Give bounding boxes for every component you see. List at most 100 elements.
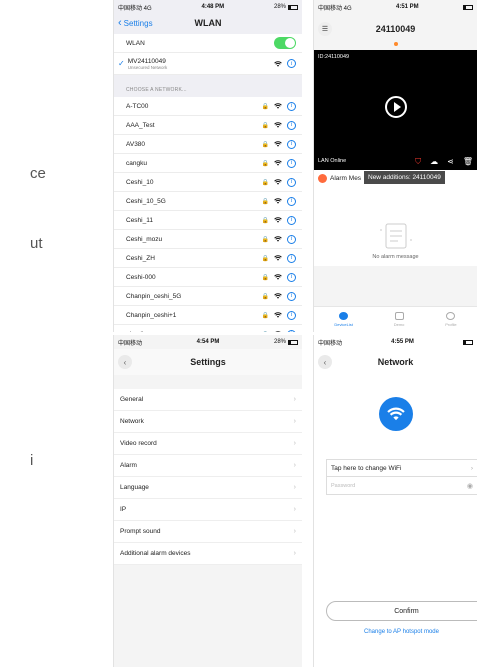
network-row[interactable]: Ceshi_10 🔒 i <box>114 173 302 192</box>
info-icon[interactable]: i <box>287 310 296 320</box>
back-button[interactable]: ‹ Settings <box>118 17 153 29</box>
settings-list: General › Network › Video record › Alarm › Langu… <box>114 389 302 565</box>
menu-icon[interactable]: ☰ <box>318 22 332 36</box>
page-title: 24110049 <box>375 24 416 34</box>
tab-devicelist[interactable]: DeviceList <box>334 312 353 327</box>
ap-hotspot-link[interactable]: Change to AP hotspot mode <box>326 629 477 635</box>
side-fragment: ce <box>30 165 46 182</box>
wlan-toggle[interactable] <box>274 37 296 49</box>
chevron-right-icon: › <box>293 550 296 557</box>
back-button[interactable]: ‹ <box>118 355 132 369</box>
settings-item-label: Language <box>120 484 149 491</box>
settings-item[interactable]: Video record › <box>114 433 302 455</box>
settings-item[interactable]: IP › <box>114 499 302 521</box>
info-icon[interactable]: i <box>287 291 296 301</box>
lock-icon: 🔒 <box>261 236 269 243</box>
alarm-label: Alarm Mes <box>330 174 362 182</box>
info-icon[interactable]: i <box>287 196 296 206</box>
settings-item-label: Additional alarm devices <box>120 550 191 557</box>
network-row[interactable]: AAA_Test 🔒 i <box>114 116 302 135</box>
info-icon[interactable]: i <box>287 234 296 244</box>
network-row[interactable]: Ceshi_mozu 🔒 i <box>114 230 302 249</box>
network-ssid: MV24110049 <box>127 57 166 65</box>
info-icon[interactable]: i <box>287 177 296 187</box>
network-row[interactable]: Ceshi_10_5G 🔒 i <box>114 192 302 211</box>
info-icon[interactable]: i <box>287 329 296 332</box>
lock-icon: 🔒 <box>261 198 269 205</box>
connected-network[interactable]: ✓ MV24110049 Unsecured Network i <box>114 53 302 75</box>
info-icon[interactable]: i <box>287 139 296 149</box>
network-row[interactable]: Chanpin_ceshi_5G 🔒 i <box>114 287 302 306</box>
chevron-left-icon: ‹ <box>118 17 122 29</box>
password-field[interactable]: Password ◉ <box>326 477 477 495</box>
play-icon[interactable] <box>384 96 407 118</box>
network-row[interactable]: ebeeli 🔒 i <box>114 325 302 332</box>
status-bar: 中国移动 4G 4:48 PM 28% <box>114 0 302 14</box>
info-icon[interactable]: i <box>287 120 296 130</box>
confirm-button[interactable]: Confirm <box>326 601 477 621</box>
back-button[interactable]: ‹ <box>318 355 332 369</box>
clock: 4:54 PM <box>196 339 220 345</box>
carrier: 中国移动 4G <box>318 5 352 12</box>
empty-state: No alarm message <box>314 186 477 266</box>
network-row[interactable]: cangku 🔒 i <box>114 154 302 173</box>
clock: 4:51 PM <box>395 4 419 10</box>
wifi-select-field[interactable]: Tap here to change WiFi › <box>326 459 477 477</box>
network-list: A-TC00 🔒 i AAA_Test 🔒 i AV380 🔒 i cangku 🔒 i Ceshi_1… <box>114 97 302 332</box>
empty-text: No alarm message <box>372 254 419 260</box>
settings-item[interactable]: Additional alarm devices › <box>114 543 302 565</box>
info-icon[interactable]: i <box>287 101 296 111</box>
tab-bar: DeviceList Demo Profile <box>314 306 477 332</box>
network-row[interactable]: Ceshi-000 🔒 i <box>114 268 302 287</box>
video-player[interactable]: ID:24110049 LAN Online ⛉ ☁ ⋖ 🗑 <box>314 50 477 170</box>
network-row[interactable]: Ceshi_11 🔒 i <box>114 211 302 230</box>
network-name: A-TC00 <box>126 102 149 110</box>
battery-percent: 28% <box>273 4 286 10</box>
play-video-icon <box>394 312 404 320</box>
lock-icon: 🔒 <box>261 179 269 186</box>
info-icon[interactable]: i <box>287 272 296 282</box>
settings-item[interactable]: Language › <box>114 477 302 499</box>
tab-label: DeviceList <box>334 322 353 327</box>
network-name: Ceshi_mozu <box>126 235 163 243</box>
settings-item[interactable]: Alarm › <box>114 455 302 477</box>
info-icon[interactable]: i <box>287 59 296 68</box>
info-icon[interactable]: i <box>287 158 296 168</box>
lock-icon: 🔒 <box>261 103 269 110</box>
lock-icon: 🔒 <box>261 217 269 224</box>
network-row[interactable]: AV380 🔒 i <box>114 135 302 154</box>
network-row[interactable]: Chanpin_ceshi+1 🔒 i <box>114 306 302 325</box>
eye-icon[interactable]: ◉ <box>467 482 473 490</box>
info-icon[interactable]: i <box>287 253 296 263</box>
tab-profile[interactable]: Profile <box>445 312 457 327</box>
network-row[interactable]: Ceshi_ZH 🔒 i <box>114 249 302 268</box>
lan-status: LAN Online <box>318 158 347 164</box>
carrier: 中国移动 <box>318 340 343 347</box>
trash-icon[interactable]: 🗑 <box>463 157 473 167</box>
clock: 4:48 PM <box>201 4 225 10</box>
nav-bar: ‹ Network <box>314 349 477 375</box>
network-row[interactable]: A-TC00 🔒 i <box>114 97 302 116</box>
network-name: Ceshi_10_5G <box>126 197 166 205</box>
tab-demo[interactable]: Demo <box>394 312 404 327</box>
wifi-icon <box>378 397 413 431</box>
cloud-icon[interactable]: ☁ <box>430 157 438 167</box>
network-name: AAA_Test <box>126 121 155 129</box>
info-icon[interactable]: i <box>287 215 296 225</box>
settings-item-label: Prompt sound <box>120 528 161 535</box>
empty-message-icon <box>379 223 412 249</box>
settings-item[interactable]: Network › <box>114 411 302 433</box>
carrier: 中国移动 <box>118 340 143 347</box>
settings-item[interactable]: General › <box>114 389 302 411</box>
clock: 4:55 PM <box>391 339 414 345</box>
share-icon[interactable]: ⋖ <box>447 157 454 167</box>
device-list-icon <box>339 312 349 320</box>
settings-item-label: Alarm <box>120 462 137 469</box>
settings-item[interactable]: Prompt sound › <box>114 521 302 543</box>
nav-bar: ☰ 24110049 <box>314 14 477 46</box>
status-bar: 中国移动 4:54 PM 28% <box>114 335 302 349</box>
device-screen: 中国移动 4G 4:51 PM ☰ 24110049 ID:24110049 L… <box>313 0 477 332</box>
lock-icon: 🔒 <box>261 255 269 262</box>
battery-icon <box>462 4 473 10</box>
shield-icon[interactable]: ⛉ <box>415 157 421 167</box>
